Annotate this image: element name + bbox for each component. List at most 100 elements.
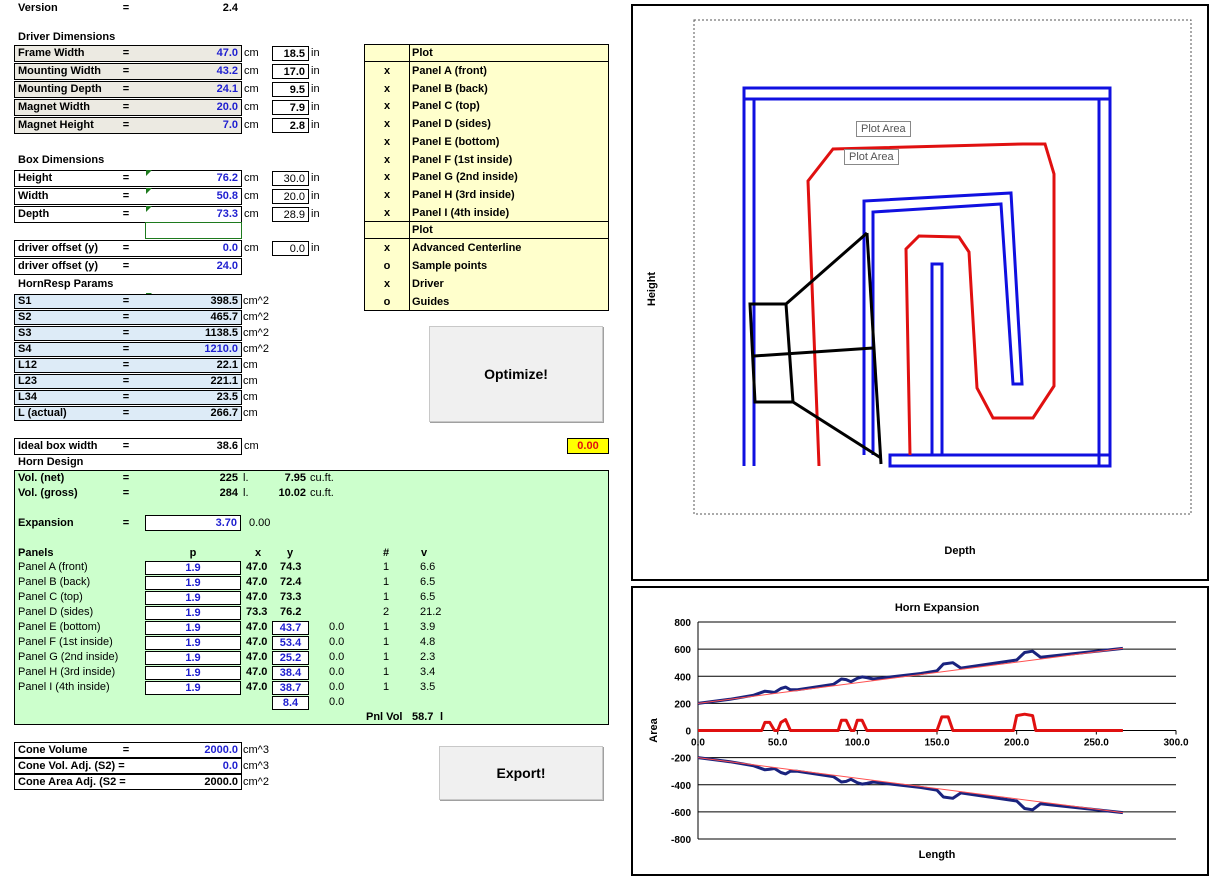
panel-count: 1 (382, 621, 390, 633)
eq: = (122, 47, 130, 59)
box-row-value[interactable]: 50.8 (150, 188, 238, 204)
driver-offset-value-1[interactable]: 0.0 (150, 240, 238, 256)
panel-p-cell[interactable]: 1.9 (145, 591, 241, 605)
panel-y-cell[interactable]: 38.4 (272, 666, 309, 680)
version-eq: = (122, 2, 130, 14)
x-tick-label: 50.0 (768, 738, 788, 749)
panel-y-cell[interactable]: 43.7 (272, 621, 309, 635)
plot-option-mark[interactable]: x (364, 115, 410, 133)
horn-diagram-chart[interactable]: Depth Height Plot Area Plot Area (631, 4, 1209, 581)
expansion-label: Expansion (18, 517, 74, 529)
panel-p-cell[interactable]: 1.9 (145, 681, 241, 695)
plot-option-row[interactable]: x Panel B (back) (364, 80, 608, 98)
panel-z: 0.0 (329, 621, 345, 633)
plot-option-mark[interactable]: x (364, 151, 410, 169)
plot-option-mark[interactable]: x (364, 168, 410, 186)
box-row-value[interactable]: 73.3 (150, 206, 238, 222)
plot-option-mark[interactable]: x (364, 80, 410, 98)
plot-option-row[interactable]: x Advanced Centerline (364, 239, 608, 257)
plot-option-row[interactable]: x Panel G (2nd inside) (364, 168, 608, 186)
plot-option-row[interactable]: o Guides (364, 293, 608, 311)
eq: = (122, 83, 130, 95)
plot-option-mark[interactable]: o (364, 293, 410, 311)
driver-row-value[interactable]: 43.2 (150, 63, 238, 79)
plot-option-row[interactable]: x Panel C (top) (364, 97, 608, 115)
plot-option-row[interactable]: x Panel F (1st inside) (364, 151, 608, 169)
plot-option-row[interactable]: x Driver (364, 275, 608, 293)
panel-p-cell[interactable]: 1.9 (145, 621, 241, 635)
plot-header-2: Plot (412, 224, 433, 236)
hornresp-row-value: 398.5 (210, 295, 238, 307)
plot-option-mark[interactable]: x (364, 133, 410, 151)
panel-volume: 3.9 (420, 621, 436, 633)
plot-option-row[interactable]: x Panel I (4th inside) (364, 204, 608, 222)
driver-row-value[interactable]: 20.0 (150, 99, 238, 115)
panel-y-cell[interactable]: 38.7 (272, 681, 309, 695)
panel-name: Panel I (4th inside) (18, 681, 110, 693)
panel-p-cell[interactable]: 1.9 (145, 606, 241, 620)
x-axis-label: Length (919, 849, 956, 861)
hornresp-row-label: L (actual) (18, 407, 67, 419)
plot-option-row[interactable]: x Panel D (sides) (364, 115, 608, 133)
export-button[interactable]: Export! (439, 746, 603, 800)
expansion-input[interactable]: 3.70 (145, 515, 241, 531)
cone-row-value[interactable]: 2000.0 (150, 742, 238, 758)
eq: = (122, 295, 130, 307)
panel-volume: 2.3 (420, 651, 436, 663)
ideal-width-indicator: 0.00 (567, 438, 609, 454)
plot-option-row[interactable]: x Panel H (3rd inside) (364, 186, 608, 204)
panel-y: 76.2 (280, 606, 302, 618)
eq: = (122, 343, 130, 355)
hornresp-row-value[interactable]: 1210.0 (150, 341, 238, 357)
x-tick-label: 250.0 (1084, 738, 1109, 749)
plot-option-mark[interactable]: x (364, 97, 410, 115)
panel-p-cell[interactable]: 1.9 (145, 666, 241, 680)
optimize-button[interactable]: Optimize! (429, 326, 603, 422)
plot-option-mark[interactable]: x (364, 239, 410, 257)
driver-offset-value-2[interactable]: 24.0 (150, 258, 238, 274)
box-row-value[interactable]: 76.2 (150, 170, 238, 186)
version-value: 2.4 (222, 2, 238, 14)
unit: cm (243, 391, 258, 403)
eq: = (122, 744, 130, 756)
panel-p-cell[interactable]: 1.9 (145, 651, 241, 665)
extra-y-cell[interactable]: 8.4 (272, 696, 309, 710)
cone-row-value[interactable]: 0.0 (150, 758, 238, 774)
diagram-xlabel: Depth (944, 545, 975, 557)
plot-option-row[interactable]: x Panel A (front) (364, 62, 608, 80)
panel-z: 0.0 (329, 636, 345, 648)
panel-p-cell[interactable]: 1.9 (145, 561, 241, 575)
plot-option-mark[interactable]: o (364, 257, 410, 275)
panel-name: Panel G (2nd inside) (18, 651, 119, 663)
panel-p-cell[interactable]: 1.9 (145, 636, 241, 650)
driver-row-inches: 18.5 (272, 46, 309, 61)
eq: = (122, 190, 130, 202)
cone-row-value: 2000.0 (204, 776, 238, 788)
hornresp-row-label: L34 (18, 391, 37, 403)
eq: = (122, 407, 130, 419)
plot-option-mark[interactable]: x (364, 275, 410, 293)
hornresp-row-value: 266.7 (210, 407, 238, 419)
unit: cm^2 (243, 327, 269, 339)
chart-title: Horn Expansion (895, 602, 980, 614)
plot-option-mark[interactable]: x (364, 186, 410, 204)
plot-option-mark[interactable]: x (364, 204, 410, 222)
plot-option-mark[interactable]: x (364, 62, 410, 80)
selected-cell[interactable] (145, 222, 242, 239)
horn-expansion-chart[interactable]: Horn Expansion 800 600 400 200 0 -200 -400 -600 -… (631, 586, 1209, 876)
driver-row-value[interactable]: 24.1 (150, 81, 238, 97)
unit: in (311, 172, 320, 184)
plot-option-row[interactable]: o Sample points (364, 257, 608, 275)
panel-y-cell[interactable]: 25.2 (272, 651, 309, 665)
plot-option-row[interactable]: x Panel E (bottom) (364, 133, 608, 151)
driver-row-value[interactable]: 47.0 (150, 45, 238, 61)
plot-area-tooltip-2: Plot Area (844, 149, 899, 165)
panel-y: 72.4 (280, 576, 302, 588)
unit: cm (243, 375, 258, 387)
panel-p-cell[interactable]: 1.9 (145, 576, 241, 590)
panel-y-cell[interactable]: 53.4 (272, 636, 309, 650)
driver-row-inches: 7.9 (272, 100, 309, 115)
ideal-box-width-value: 38.6 (216, 440, 238, 452)
panel-x: 47.0 (246, 576, 268, 588)
driver-row-value[interactable]: 7.0 (150, 117, 238, 133)
